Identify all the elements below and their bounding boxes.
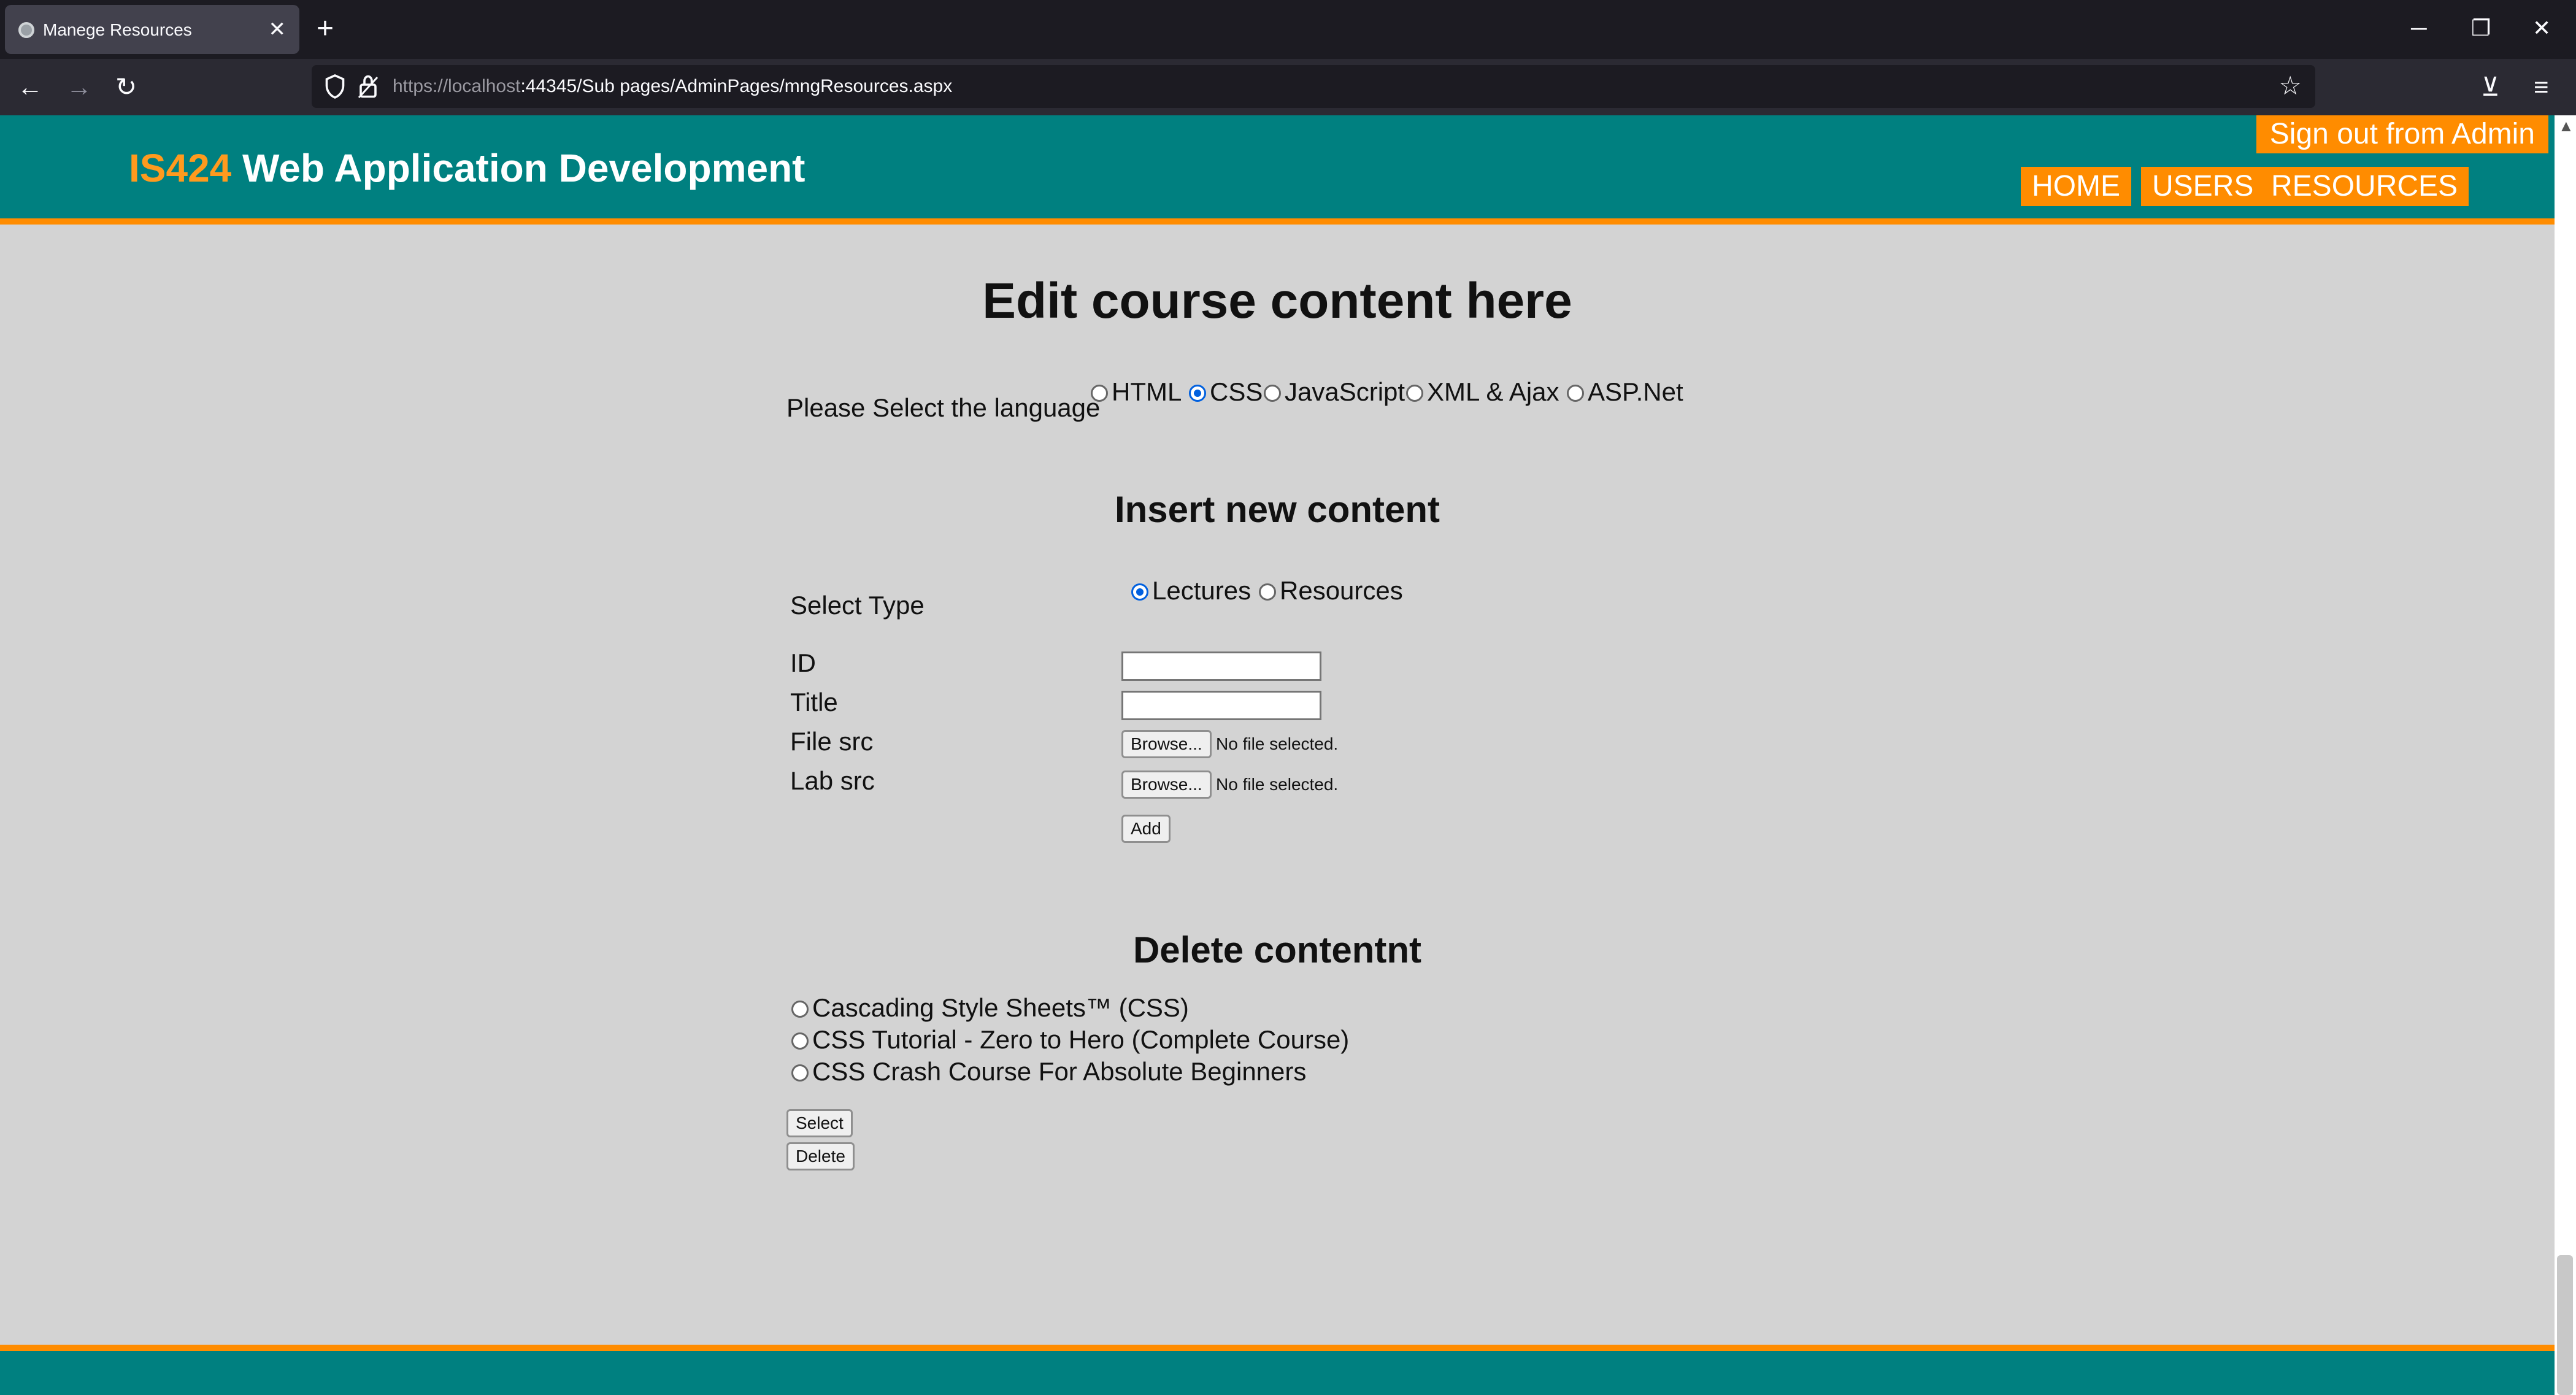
delete-item-radio[interactable] <box>791 1032 809 1050</box>
lab-browse-button[interactable]: Browse... <box>1121 771 1212 799</box>
id-label: ID <box>790 648 816 677</box>
radio-resources[interactable] <box>1259 583 1276 601</box>
site-footer <box>0 1345 2555 1395</box>
radio-lectures[interactable] <box>1131 583 1148 601</box>
new-tab-icon[interactable]: + <box>317 13 334 44</box>
add-button[interactable]: Add <box>1121 815 1171 843</box>
type-resources-label: Resources <box>1280 576 1403 605</box>
file-browse-button[interactable]: Browse... <box>1121 730 1212 758</box>
minimize-icon[interactable]: ─ <box>2411 13 2427 43</box>
site-brand: IS424 Web Application Development <box>129 144 805 193</box>
file-status: No file selected. <box>1216 734 1339 753</box>
lab-src-label: Lab src <box>790 766 875 795</box>
radio-javascript[interactable] <box>1264 385 1281 402</box>
language-html-label: HTML <box>1112 377 1182 406</box>
nav-home[interactable]: HOME <box>2021 167 2131 206</box>
browser-tab[interactable]: Manege Resources ✕ <box>5 5 299 54</box>
sign-out-button[interactable]: Sign out from Admin <box>2256 115 2548 153</box>
radio-xml-ajax[interactable] <box>1406 385 1423 402</box>
select-button[interactable]: Select <box>786 1109 853 1137</box>
site-header: IS424 Web Application Development Sign o… <box>0 115 2555 225</box>
language-label: Please Select the language <box>786 393 1101 422</box>
delete-heading: Delete contentnt <box>1132 929 1422 970</box>
scrollbar-thumb[interactable] <box>2557 1255 2573 1395</box>
delete-item-label: CSS Crash Course For Absolute Beginners <box>812 1057 1307 1086</box>
select-type-label: Select Type <box>790 591 925 620</box>
language-option-xml-ajax[interactable]: XML & Ajax <box>1406 377 1559 407</box>
lab-status: No file selected. <box>1216 775 1339 794</box>
window-close-icon[interactable]: ✕ <box>2532 13 2551 43</box>
radio-css[interactable] <box>1189 385 1206 402</box>
url-host: https://localhost <box>393 76 521 96</box>
browser-nav-bar: ← → ↻ https://localhost:44345/Sub pages/… <box>0 59 2576 115</box>
shield-icon[interactable] <box>324 74 346 99</box>
address-bar[interactable]: https://localhost:44345/Sub pages/AdminP… <box>312 65 2315 108</box>
reload-icon[interactable]: ↻ <box>115 71 137 103</box>
nav-resources[interactable]: RESOURCES <box>2260 167 2469 206</box>
language-option-html[interactable]: HTML <box>1091 377 1182 407</box>
file-src-label: File src <box>790 727 874 756</box>
type-option-resources[interactable]: Resources <box>1259 575 1403 606</box>
delete-item[interactable]: CSS Tutorial - Zero to Hero (Complete Co… <box>791 1024 1349 1055</box>
type-lectures-label: Lectures <box>1152 576 1251 605</box>
id-input[interactable] <box>1121 651 1321 681</box>
delete-item-radio[interactable] <box>791 1001 809 1018</box>
tab-title: Manege Resources <box>43 20 192 39</box>
url-path: :44345/Sub pages/AdminPages/mngResources… <box>520 76 953 96</box>
delete-item-label: Cascading Style Sheets™ (CSS) <box>812 993 1189 1022</box>
language-css-label: CSS <box>1210 377 1263 406</box>
insert-heading: Insert new content <box>1114 489 1440 530</box>
main-content: Edit course content here Please Select t… <box>0 231 2555 1347</box>
delete-item-label: CSS Tutorial - Zero to Hero (Complete Co… <box>812 1025 1350 1054</box>
app-menu-icon[interactable]: ≡ <box>2534 71 2549 103</box>
back-icon[interactable]: ← <box>17 71 43 103</box>
restore-icon[interactable]: ❐ <box>2471 13 2491 43</box>
delete-item-radio[interactable] <box>791 1064 809 1082</box>
brand-code: IS424 <box>129 146 232 190</box>
url-text: https://localhost:44345/Sub pages/AdminP… <box>393 76 952 97</box>
page-scrollbar[interactable] <box>2555 115 2576 1395</box>
language-xml-ajax-label: XML & Ajax <box>1427 377 1559 406</box>
language-option-css[interactable]: CSS <box>1189 377 1263 407</box>
brand-title: Web Application Development <box>242 146 805 190</box>
type-option-lectures[interactable]: Lectures <box>1131 575 1251 606</box>
pocket-icon[interactable]: ⊻ <box>2481 71 2500 103</box>
lock-icon[interactable] <box>357 74 379 99</box>
delete-item[interactable]: Cascading Style Sheets™ (CSS) <box>791 993 1189 1023</box>
radio-aspnet[interactable] <box>1567 385 1584 402</box>
title-label: Title <box>790 688 838 717</box>
language-javascript-label: JavaScript <box>1285 377 1405 406</box>
bookmark-star-icon[interactable]: ☆ <box>2278 70 2302 102</box>
radio-html[interactable] <box>1091 385 1108 402</box>
delete-button[interactable]: Delete <box>786 1142 855 1170</box>
language-option-javascript[interactable]: JavaScript <box>1264 377 1405 407</box>
site-favicon-icon <box>18 22 34 38</box>
browser-tab-bar: Manege Resources ✕ + ─ ❐ ✕ <box>0 0 2576 59</box>
forward-icon[interactable]: → <box>66 71 92 103</box>
nav-users[interactable]: USERS <box>2141 167 2265 206</box>
page-title: Edit course content here <box>982 273 1572 329</box>
language-aspnet-label: ASP.Net <box>1588 377 1683 406</box>
tab-close-icon[interactable]: ✕ <box>269 17 286 42</box>
language-option-aspnet[interactable]: ASP.Net <box>1567 377 1683 407</box>
scroll-up-icon[interactable]: ▲ <box>2558 117 2574 136</box>
title-input[interactable] <box>1121 691 1321 720</box>
delete-item[interactable]: CSS Crash Course For Absolute Beginners <box>791 1056 1306 1087</box>
